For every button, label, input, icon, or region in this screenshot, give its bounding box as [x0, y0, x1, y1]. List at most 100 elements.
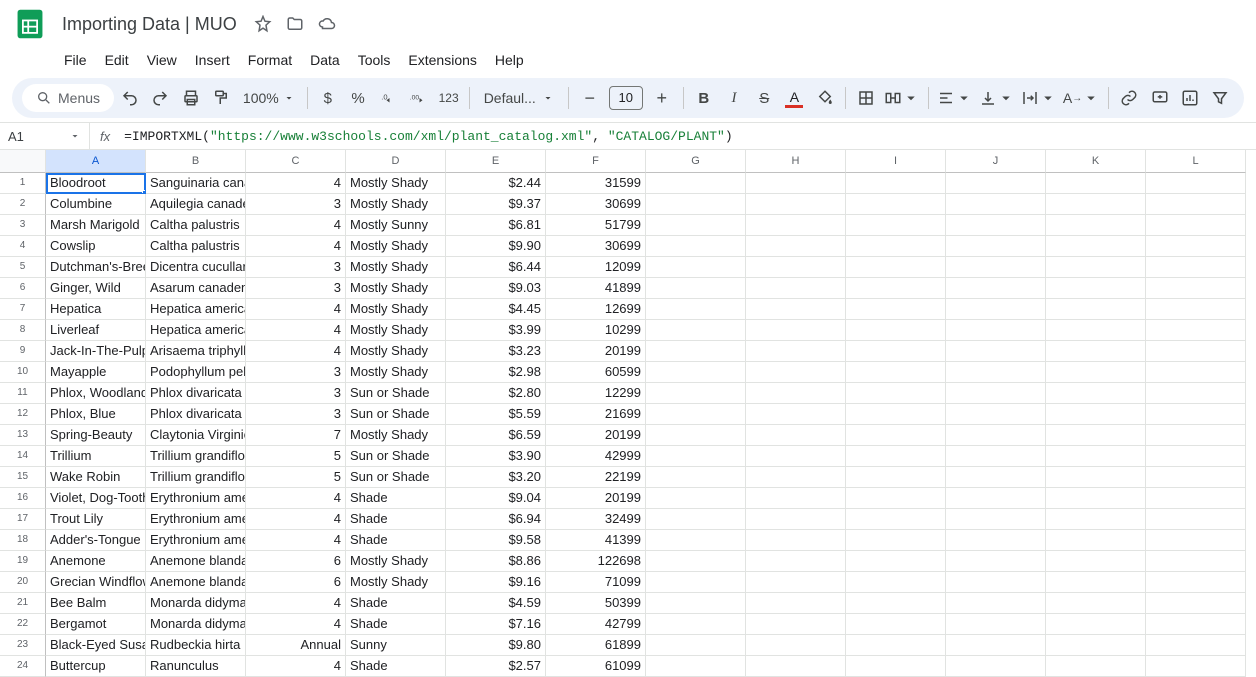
cell[interactable]: 32499 [546, 509, 646, 530]
cell[interactable] [1046, 614, 1146, 635]
cell[interactable]: 4 [246, 299, 346, 320]
cell[interactable] [946, 425, 1046, 446]
row-header[interactable]: 11 [0, 383, 46, 404]
cell[interactable]: $9.03 [446, 278, 546, 299]
cell[interactable] [1046, 194, 1146, 215]
cell[interactable]: Mostly Shady [346, 425, 446, 446]
cell[interactable] [846, 530, 946, 551]
cell[interactable]: $3.23 [446, 341, 546, 362]
cell[interactable]: Phlox divaricata [146, 383, 246, 404]
cell[interactable] [1146, 362, 1246, 383]
menu-extensions[interactable]: Extensions [400, 48, 484, 72]
cell[interactable] [1146, 467, 1246, 488]
cell[interactable]: Jack-In-The-Pulpit [46, 341, 146, 362]
cell[interactable] [646, 530, 746, 551]
cell[interactable]: Arisaema triphyllum [146, 341, 246, 362]
cell[interactable]: 30699 [546, 236, 646, 257]
cell[interactable] [946, 635, 1046, 656]
cell[interactable] [846, 635, 946, 656]
cell[interactable]: 42799 [546, 614, 646, 635]
cell[interactable]: 3 [246, 383, 346, 404]
cell[interactable] [1046, 383, 1146, 404]
cell[interactable]: Wake Robin [46, 467, 146, 488]
cell[interactable] [1146, 446, 1246, 467]
cell[interactable]: 4 [246, 215, 346, 236]
cell[interactable] [1046, 635, 1146, 656]
row-header[interactable]: 17 [0, 509, 46, 530]
row-header[interactable]: 9 [0, 341, 46, 362]
cell[interactable] [646, 635, 746, 656]
cell[interactable]: $6.94 [446, 509, 546, 530]
cell[interactable] [1046, 509, 1146, 530]
cell[interactable]: $2.80 [446, 383, 546, 404]
cell[interactable] [746, 278, 846, 299]
cell[interactable] [1146, 488, 1246, 509]
select-all-corner[interactable] [0, 150, 46, 173]
cell[interactable] [746, 299, 846, 320]
cell[interactable]: Mostly Shady [346, 299, 446, 320]
col-header-I[interactable]: I [846, 150, 946, 173]
cell[interactable] [646, 614, 746, 635]
cell[interactable] [646, 257, 746, 278]
undo-button[interactable] [116, 83, 144, 113]
cell[interactable] [646, 509, 746, 530]
menu-file[interactable]: File [56, 48, 95, 72]
cell[interactable]: Grecian Windflower [46, 572, 146, 593]
text-color-button[interactable]: A [780, 83, 808, 113]
cell[interactable] [646, 362, 746, 383]
cell[interactable] [946, 215, 1046, 236]
cell[interactable]: $9.58 [446, 530, 546, 551]
cell[interactable]: 30699 [546, 194, 646, 215]
row-header[interactable]: 4 [0, 236, 46, 257]
cell[interactable] [1146, 173, 1246, 194]
cell[interactable] [946, 572, 1046, 593]
cell[interactable] [1146, 341, 1246, 362]
cell[interactable]: 3 [246, 257, 346, 278]
cell[interactable]: $9.37 [446, 194, 546, 215]
cell[interactable] [846, 509, 946, 530]
cell[interactable]: $9.90 [446, 236, 546, 257]
cell[interactable]: Cowslip [46, 236, 146, 257]
cell[interactable] [746, 173, 846, 194]
row-header[interactable]: 18 [0, 530, 46, 551]
cell[interactable]: Erythronium americanum [146, 488, 246, 509]
cell[interactable]: Black-Eyed Susan [46, 635, 146, 656]
cell[interactable] [646, 593, 746, 614]
currency-button[interactable]: $ [314, 83, 342, 113]
cell[interactable]: $6.44 [446, 257, 546, 278]
cell[interactable]: 12099 [546, 257, 646, 278]
increase-font-button[interactable]: + [647, 83, 677, 113]
cell[interactable]: 20199 [546, 488, 646, 509]
cell[interactable]: 41899 [546, 278, 646, 299]
move-icon[interactable] [283, 12, 307, 36]
cell[interactable]: Monarda didyma [146, 593, 246, 614]
cell[interactable] [746, 509, 846, 530]
cell[interactable]: $7.16 [446, 614, 546, 635]
cell[interactable] [846, 299, 946, 320]
cell[interactable]: Phlox, Woodland [46, 383, 146, 404]
cell[interactable] [1046, 236, 1146, 257]
cell[interactable]: $4.59 [446, 593, 546, 614]
paint-format-button[interactable] [207, 83, 235, 113]
row-header[interactable]: 22 [0, 614, 46, 635]
row-header[interactable]: 8 [0, 320, 46, 341]
filter-button[interactable] [1206, 83, 1234, 113]
percent-button[interactable]: % [344, 83, 372, 113]
cell[interactable]: Mostly Sunny [346, 215, 446, 236]
cell[interactable]: 3 [246, 362, 346, 383]
col-header-K[interactable]: K [1046, 150, 1146, 173]
cell[interactable] [846, 488, 946, 509]
cell[interactable] [746, 236, 846, 257]
col-header-J[interactable]: J [946, 150, 1046, 173]
cell[interactable]: Buttercup [46, 656, 146, 677]
cell[interactable] [1146, 236, 1246, 257]
cell[interactable]: Shade [346, 488, 446, 509]
cell[interactable] [846, 215, 946, 236]
cell[interactable] [1046, 257, 1146, 278]
col-header-E[interactable]: E [446, 150, 546, 173]
cell[interactable]: 4 [246, 614, 346, 635]
cell[interactable] [846, 173, 946, 194]
cell[interactable] [946, 194, 1046, 215]
insert-comment-button[interactable] [1145, 83, 1173, 113]
cell[interactable] [846, 236, 946, 257]
